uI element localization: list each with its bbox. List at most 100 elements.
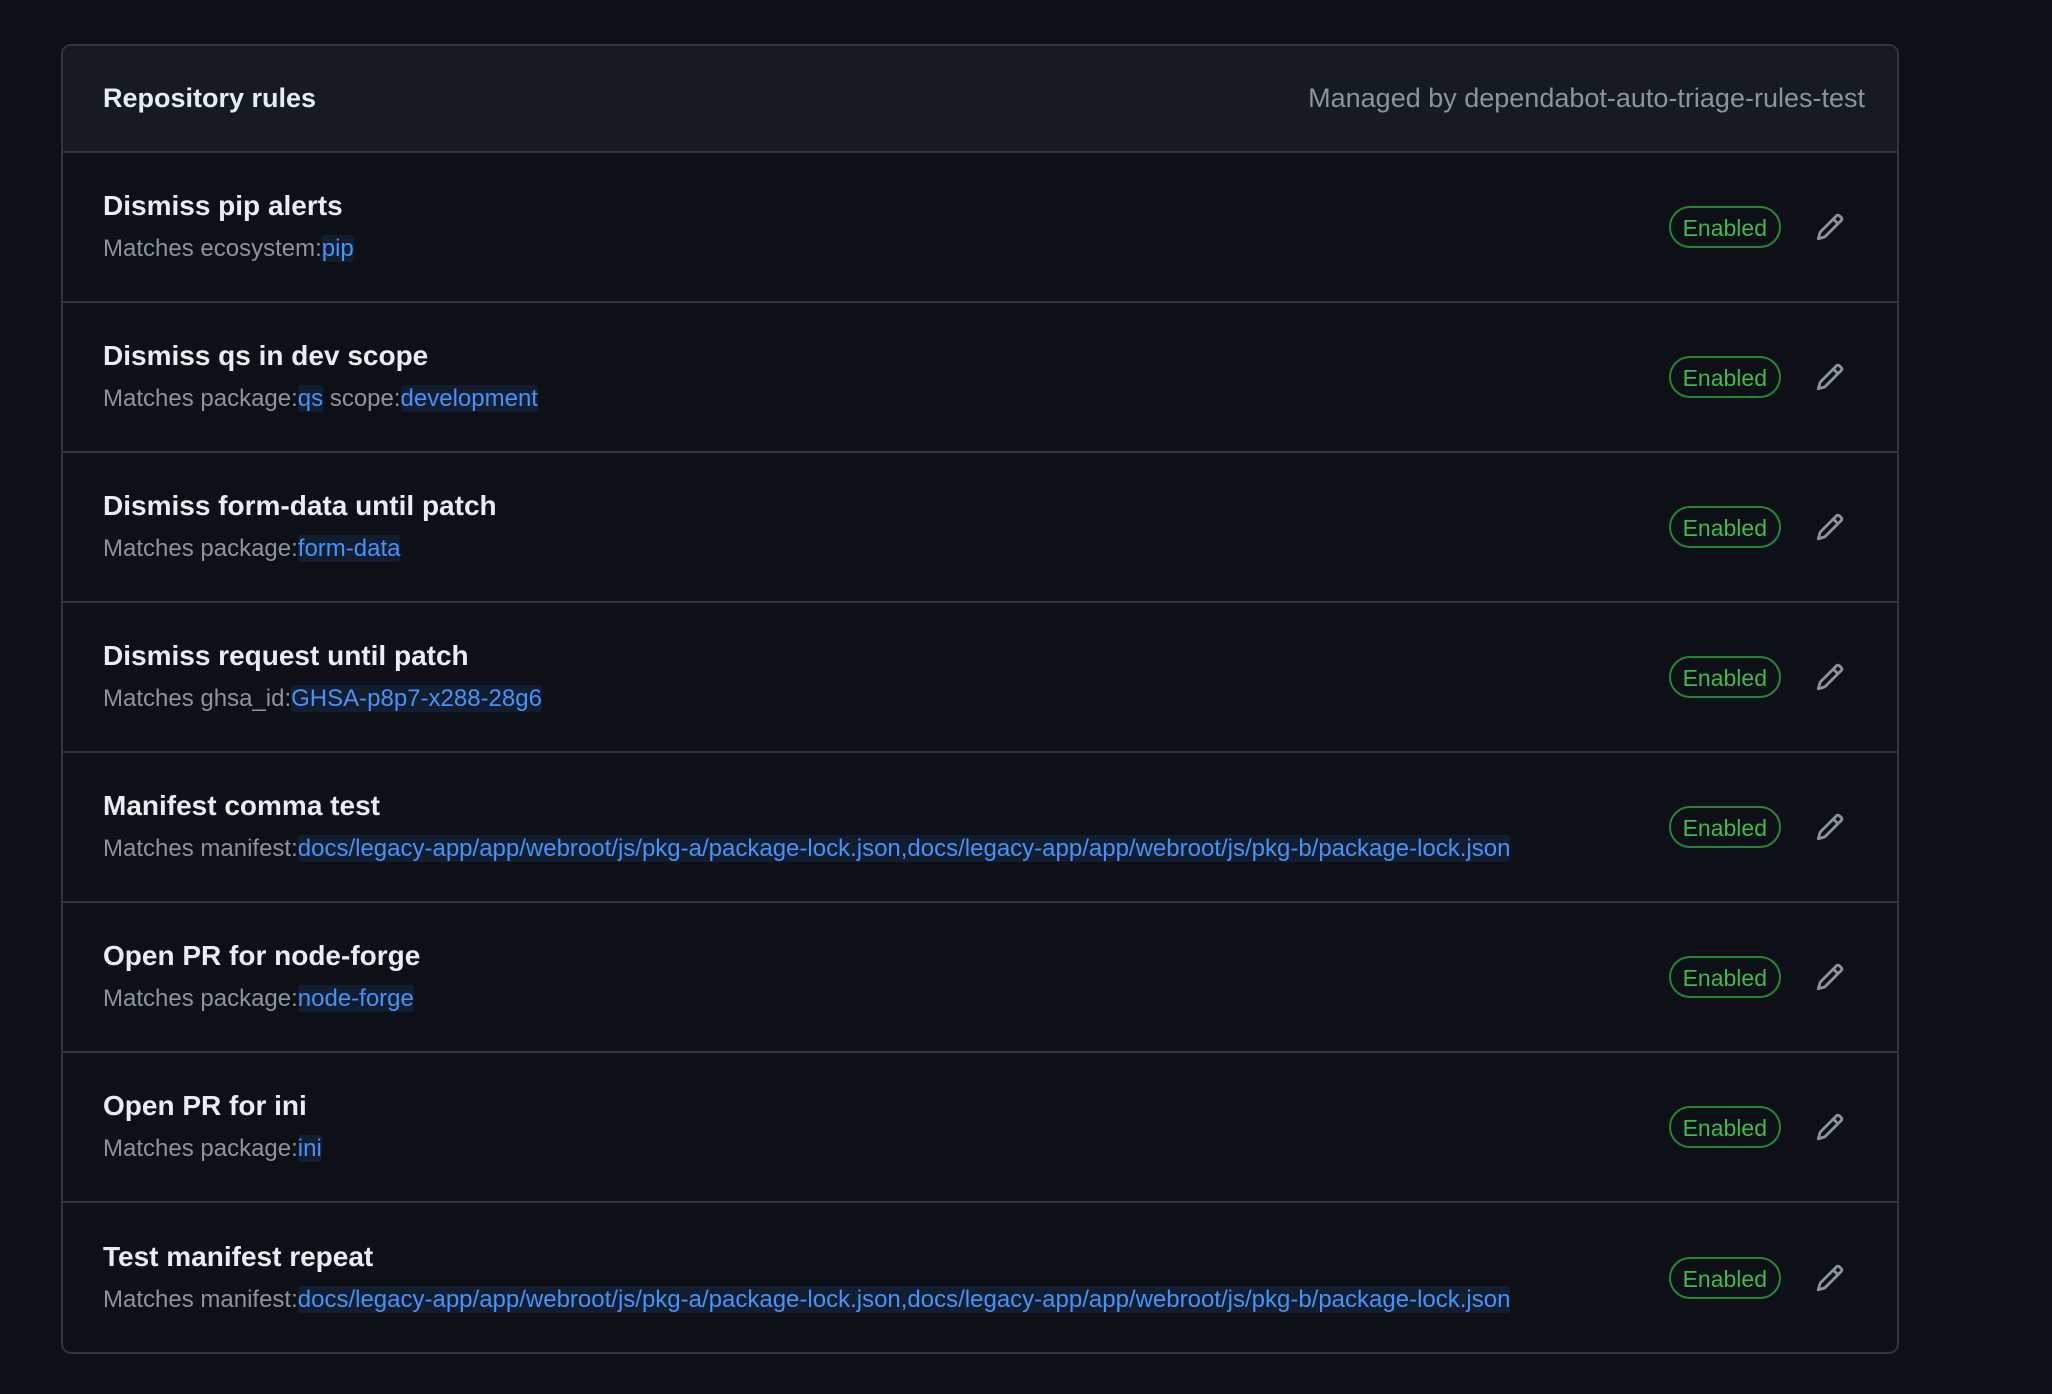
rule-matches: Matches manifest:docs/legacy-app/app/web… <box>103 834 1511 864</box>
qualifier-key: manifest: <box>200 835 298 862</box>
qualifier-key: package: <box>200 535 298 562</box>
edit-rule-button[interactable] <box>1813 1110 1847 1144</box>
rule-text: Test manifest repeat Matches manifest:do… <box>103 1241 1511 1315</box>
qualifiers: package:form-data <box>200 535 401 562</box>
qualifiers: ghsa_id:GHSA-p8p7-x288-28g6 <box>200 685 542 712</box>
qualifier-key: package: <box>200 985 298 1012</box>
pencil-icon <box>1816 813 1844 841</box>
rule-text: Dismiss pip alerts Matches ecosystem:pip <box>103 190 354 264</box>
edit-rule-button[interactable] <box>1813 810 1847 844</box>
pencil-icon <box>1816 213 1844 241</box>
rule-actions: Enabled <box>1668 356 1847 398</box>
rule-title[interactable]: Dismiss request until patch <box>103 640 542 672</box>
rule-row: Open PR for node-forge Matches package:n… <box>63 903 1897 1053</box>
rule-text: Manifest comma test Matches manifest:doc… <box>103 790 1511 864</box>
qualifier-key: scope: <box>329 385 401 412</box>
qualifier-value: node-forge <box>297 985 414 1012</box>
qualifiers: package:ini <box>200 1135 322 1162</box>
matches-prefix: Matches <box>103 685 201 712</box>
rule-matches: Matches package:form-data <box>103 534 497 564</box>
rule-text: Dismiss request until patch Matches ghsa… <box>103 640 542 714</box>
rule-title[interactable]: Dismiss pip alerts <box>103 190 354 222</box>
qualifier-value: GHSA-p8p7-x288-28g6 <box>291 685 542 712</box>
matches-prefix: Matches <box>103 535 201 562</box>
status-badge: Enabled <box>1668 956 1781 998</box>
rule-row: Dismiss pip alerts Matches ecosystem:pip… <box>63 153 1897 303</box>
matches-prefix: Matches <box>103 835 201 862</box>
edit-rule-button[interactable] <box>1813 360 1847 394</box>
qualifier-key: ghsa_id: <box>200 685 292 712</box>
matches-prefix: Matches <box>103 1135 201 1162</box>
qualifiers: package:qs scope:development <box>200 385 538 412</box>
rule-title[interactable]: Test manifest repeat <box>103 1241 1510 1273</box>
rule-text: Dismiss form-data until patch Matches pa… <box>103 490 497 564</box>
qualifiers: package:node-forge <box>200 985 414 1012</box>
matches-prefix: Matches <box>103 235 201 262</box>
rule-matches: Matches ghsa_id:GHSA-p8p7-x288-28g6 <box>103 684 542 714</box>
qualifier-value: pip <box>321 235 354 262</box>
rule-actions: Enabled <box>1668 1256 1847 1299</box>
status-badge: Enabled <box>1668 506 1781 548</box>
qualifier-value: ini <box>297 1135 322 1162</box>
rule-actions: Enabled <box>1668 656 1847 698</box>
rule-row: Dismiss form-data until patch Matches pa… <box>63 453 1897 603</box>
rule-actions: Enabled <box>1668 1106 1847 1148</box>
qualifiers: manifest:docs/legacy-app/app/webroot/js/… <box>200 835 1511 862</box>
matches-prefix: Matches <box>103 385 201 412</box>
rule-matches: Matches ecosystem:pip <box>103 234 354 264</box>
qualifier-value: development <box>400 385 538 412</box>
pencil-icon <box>1816 963 1844 991</box>
rule-row: Open PR for ini Matches package:ini Enab… <box>63 1053 1897 1203</box>
rule-matches: Matches package:ini <box>103 1134 322 1164</box>
pencil-icon <box>1816 663 1844 691</box>
rule-actions: Enabled <box>1668 806 1847 848</box>
rule-title[interactable]: Dismiss form-data until patch <box>103 490 497 522</box>
status-badge: Enabled <box>1668 206 1781 248</box>
panel-title: Repository rules <box>103 83 317 113</box>
edit-rule-button[interactable] <box>1813 960 1847 994</box>
rules-list: Dismiss pip alerts Matches ecosystem:pip… <box>63 153 1897 1352</box>
status-badge: Enabled <box>1668 1106 1781 1148</box>
rule-row: Dismiss request until patch Matches ghsa… <box>63 603 1897 753</box>
qualifier-value: form-data <box>297 535 401 562</box>
qualifier-value: docs/legacy-app/app/webroot/js/pkg-a/pac… <box>297 835 1511 862</box>
edit-rule-button[interactable] <box>1813 660 1847 694</box>
pencil-icon <box>1816 363 1844 391</box>
rule-actions: Enabled <box>1668 956 1847 998</box>
rule-actions: Enabled <box>1668 206 1847 248</box>
rule-text: Open PR for node-forge Matches package:n… <box>103 940 420 1014</box>
status-badge: Enabled <box>1668 1256 1781 1299</box>
qualifier-value: docs/legacy-app/app/webroot/js/pkg-a/pac… <box>297 1285 1511 1313</box>
rule-row: Manifest comma test Matches manifest:doc… <box>63 753 1897 903</box>
rule-title[interactable]: Open PR for node-forge <box>103 940 420 972</box>
panel-header: Repository rules Managed by dependabot-a… <box>63 46 1897 153</box>
qualifier-key: package: <box>200 1135 298 1162</box>
rule-title[interactable]: Open PR for ini <box>103 1090 322 1122</box>
pencil-icon <box>1816 1113 1844 1141</box>
rule-row: Dismiss qs in dev scope Matches package:… <box>63 303 1897 453</box>
qualifiers: manifest:docs/legacy-app/app/webroot/js/… <box>200 1285 1511 1313</box>
pencil-icon <box>1816 1264 1844 1291</box>
status-badge: Enabled <box>1668 806 1781 848</box>
qualifier-key: package: <box>200 385 298 412</box>
matches-prefix: Matches <box>103 1285 201 1313</box>
rule-row: Test manifest repeat Matches manifest:do… <box>63 1203 1897 1352</box>
managed-by-text: Managed by dependabot-auto-triage-rules-… <box>1308 83 1865 113</box>
rule-matches: Matches package:qs scope:development <box>103 384 538 414</box>
qualifier-value: qs <box>297 385 324 412</box>
matches-prefix: Matches <box>103 985 201 1012</box>
rule-matches: Matches package:node-forge <box>103 984 420 1014</box>
repository-rules-panel: Repository rules Managed by dependabot-a… <box>61 44 1899 1354</box>
edit-rule-button[interactable] <box>1813 210 1847 244</box>
qualifiers: ecosystem:pip <box>200 235 354 262</box>
qualifier-key: ecosystem: <box>200 235 322 262</box>
edit-rule-button[interactable] <box>1813 1261 1847 1295</box>
rule-text: Open PR for ini Matches package:ini <box>103 1090 322 1164</box>
rule-title[interactable]: Dismiss qs in dev scope <box>103 340 538 372</box>
pencil-icon <box>1816 513 1844 541</box>
status-badge: Enabled <box>1668 656 1781 698</box>
rule-title[interactable]: Manifest comma test <box>103 790 1510 822</box>
rule-matches: Matches manifest:docs/legacy-app/app/web… <box>103 1285 1511 1315</box>
edit-rule-button[interactable] <box>1813 510 1847 544</box>
rule-actions: Enabled <box>1668 506 1847 548</box>
